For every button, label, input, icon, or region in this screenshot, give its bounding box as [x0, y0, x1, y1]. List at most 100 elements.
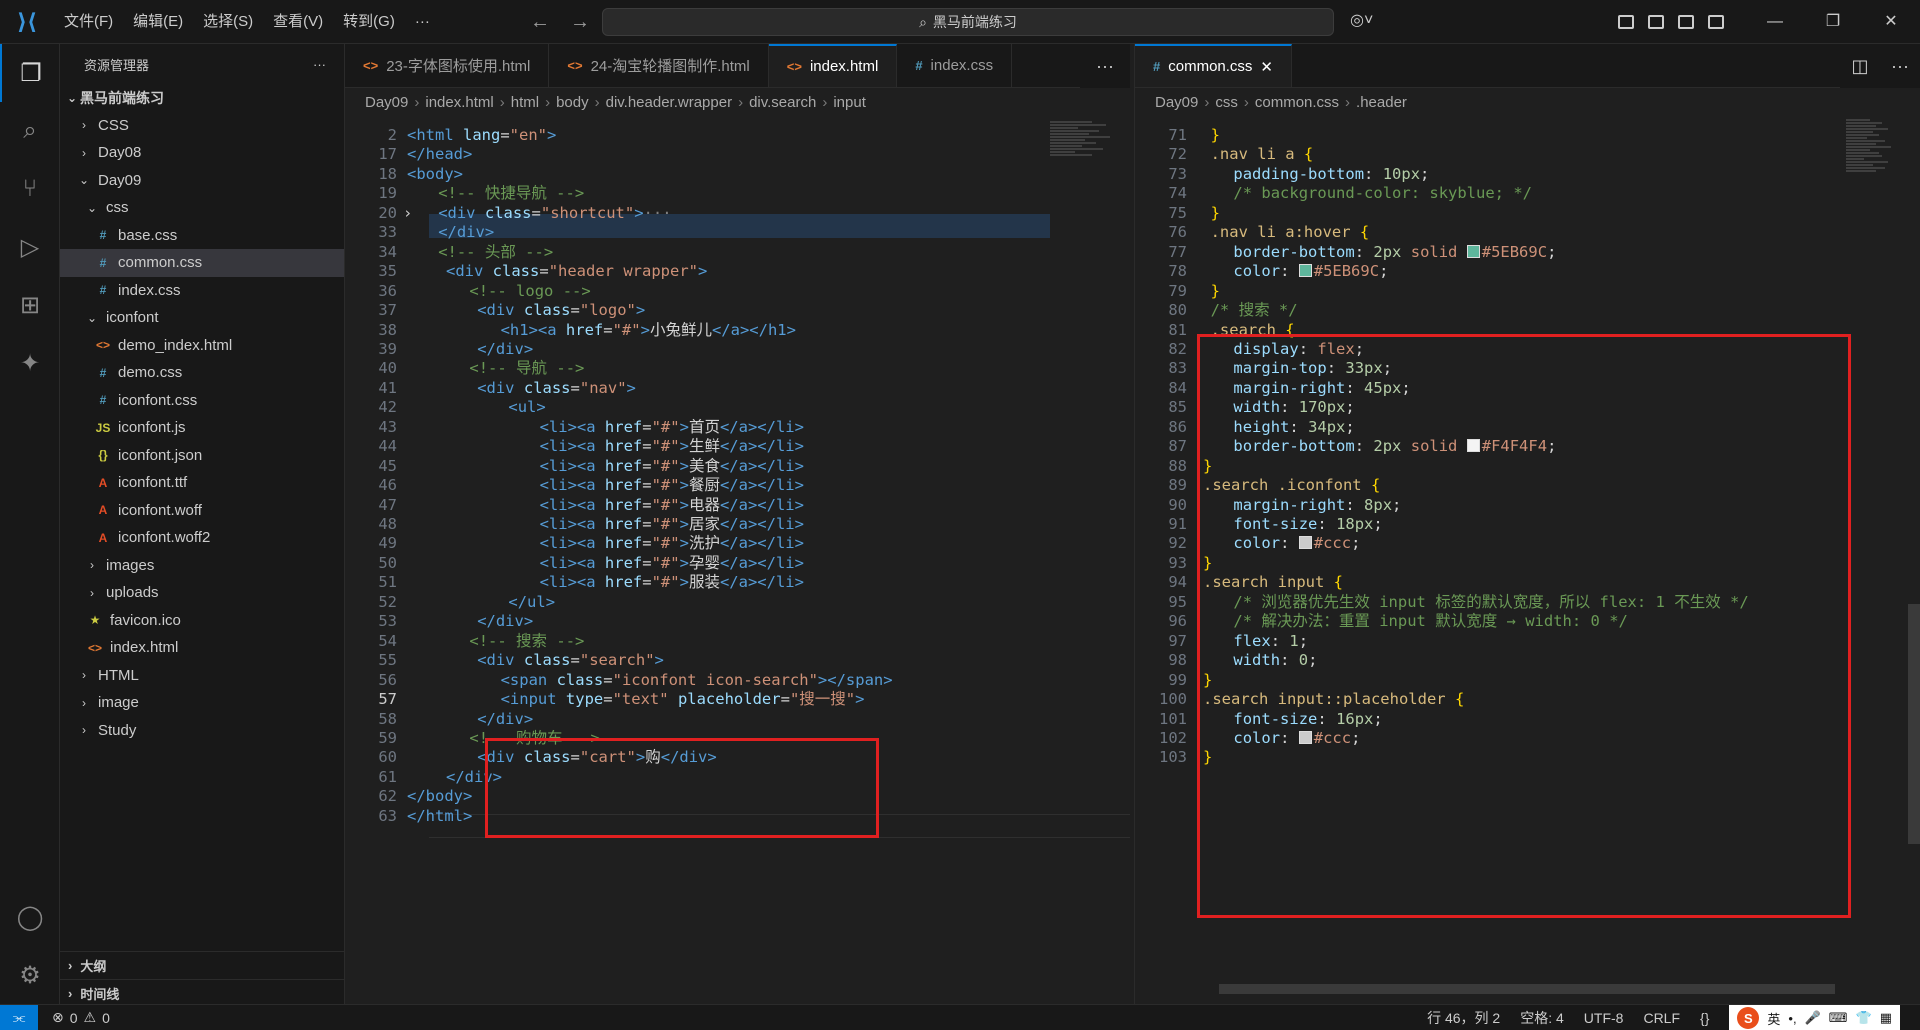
- tree-file[interactable]: # demo.css: [60, 359, 344, 387]
- toggle-sidebar-icon[interactable]: [1648, 15, 1664, 29]
- color-swatch-icon[interactable]: [1298, 264, 1312, 278]
- right-vertical-scrollbar[interactable]: [1908, 604, 1920, 844]
- chevron-right-icon: ›: [1243, 93, 1249, 111]
- cursor-position[interactable]: 行 46，列 2: [1427, 1008, 1500, 1028]
- split-editor-icon[interactable]: ◫: [1840, 44, 1880, 88]
- tree-file[interactable]: {} iconfont.json: [60, 442, 344, 470]
- right-minimap[interactable]: [1846, 118, 1906, 318]
- end-of-line[interactable]: CRLF: [1643, 1010, 1680, 1026]
- menu-item[interactable]: 编辑(E): [123, 0, 193, 44]
- tree-file[interactable]: # common.css: [60, 249, 344, 277]
- tree-folder[interactable]: › Study: [60, 717, 344, 745]
- breadcrumb-item[interactable]: .header: [1356, 94, 1407, 111]
- remote-indicator-icon[interactable]: ⫘: [0, 1004, 38, 1030]
- accounts-icon[interactable]: ◯: [0, 888, 60, 946]
- left-tabs-more-button[interactable]: ···: [1080, 44, 1130, 88]
- color-swatch-icon[interactable]: [1466, 244, 1480, 258]
- timeline-section[interactable]: › 时间线: [60, 979, 345, 1007]
- breadcrumb-item[interactable]: common.css: [1255, 94, 1339, 111]
- minimize-icon[interactable]: —: [1746, 0, 1804, 44]
- tree-file[interactable]: # index.css: [60, 277, 344, 305]
- indentation[interactable]: 空格: 4: [1520, 1008, 1564, 1028]
- editor-tab[interactable]: <> 23-字体图标使用.html: [345, 44, 550, 87]
- breadcrumb-item[interactable]: body: [556, 94, 589, 111]
- keyboard-icon[interactable]: ⌨: [1829, 1010, 1848, 1026]
- tree-folder[interactable]: › images: [60, 552, 344, 580]
- search-view-icon[interactable]: ⌕: [0, 102, 60, 160]
- microphone-icon[interactable]: 🎤: [1805, 1010, 1821, 1026]
- customize-layout-icon[interactable]: [1618, 15, 1634, 29]
- toggle-secondary-sidebar-icon[interactable]: [1708, 15, 1724, 29]
- ime-toolbar[interactable]: S 英 •, 🎤 ⌨ 👕 ▦: [1729, 1005, 1900, 1030]
- tree-file[interactable]: Aiconfont.woff: [60, 497, 344, 525]
- chevron-right-icon: ›: [90, 558, 94, 573]
- menu-item[interactable]: 选择(S): [193, 0, 263, 44]
- close-icon[interactable]: ✕: [1862, 0, 1920, 44]
- skin-icon[interactable]: 👕: [1856, 1010, 1872, 1026]
- toggle-panel-icon[interactable]: [1678, 15, 1694, 29]
- editor-tab[interactable]: # index.css: [897, 44, 1013, 87]
- right-horizontal-scrollbar[interactable]: [1219, 984, 1835, 994]
- extensions-icon[interactable]: ⊞: [0, 276, 60, 334]
- tree-folder[interactable]: › uploads: [60, 579, 344, 607]
- explorer-more-button[interactable]: ···: [313, 57, 326, 72]
- restore-icon[interactable]: ❐: [1804, 0, 1862, 44]
- tree-file[interactable]: Aiconfont.ttf: [60, 469, 344, 497]
- command-center[interactable]: ⌕ 黑马前端练习: [602, 8, 1334, 36]
- breadcrumb-item[interactable]: div.search: [749, 94, 816, 111]
- outline-section[interactable]: › 大纲: [60, 951, 345, 979]
- editor-tab[interactable]: # common.css ✕: [1135, 44, 1292, 87]
- tree-file[interactable]: JS iconfont.js: [60, 414, 344, 442]
- remote-explorer-icon[interactable]: ✦: [0, 334, 60, 392]
- ime-lang-label[interactable]: 英: [1767, 1009, 1780, 1028]
- tree-folder[interactable]: › CSS: [60, 112, 344, 140]
- breadcrumb-item[interactable]: input: [833, 94, 866, 111]
- tree-folder[interactable]: › HTML: [60, 662, 344, 690]
- tree-folder[interactable]: ⌄ iconfont: [60, 304, 344, 332]
- editor-tab[interactable]: <> index.html: [768, 44, 898, 87]
- menu-item[interactable]: 查看(V): [263, 0, 333, 44]
- tree-folder[interactable]: ⌄ Day09: [60, 167, 344, 195]
- language-mode-icon[interactable]: {}: [1700, 1010, 1709, 1026]
- tree-file[interactable]: # base.css: [60, 222, 344, 250]
- toolbox-icon[interactable]: ▦: [1880, 1010, 1892, 1026]
- tree-file[interactable]: # iconfont.css: [60, 387, 344, 415]
- breadcrumb-item[interactable]: Day09: [365, 94, 408, 111]
- left-code-area[interactable]: 2 <html lang="en"> 17 </head> 18 <body> 19 <!--…: [345, 116, 1130, 1004]
- nav-arrows: ← →: [530, 0, 590, 44]
- right-tabs-more-button[interactable]: ···: [1880, 44, 1920, 88]
- source-control-icon[interactable]: ⑂: [0, 160, 60, 218]
- left-breadcrumb: Day09 › index.html › html › body › div.header.wr…: [345, 88, 1130, 116]
- code-token: <li><a: [539, 515, 605, 533]
- punctuation-icon[interactable]: •,: [1788, 1011, 1796, 1026]
- tree-folder[interactable]: › image: [60, 689, 344, 717]
- breadcrumb-item[interactable]: Day09: [1155, 94, 1198, 111]
- breadcrumb-item[interactable]: div.header.wrapper: [606, 94, 732, 111]
- breadcrumb-item[interactable]: html: [511, 94, 539, 111]
- copilot-icon[interactable]: ◎˅: [1350, 10, 1373, 30]
- left-minimap[interactable]: [1050, 120, 1120, 240]
- back-arrow-icon[interactable]: ←: [530, 11, 550, 34]
- tree-file[interactable]: <> index.html: [60, 634, 344, 662]
- editor-tab[interactable]: <> 24-淘宝轮播图制作.html: [549, 44, 769, 87]
- tree-file[interactable]: <> demo_index.html: [60, 332, 344, 360]
- close-tab-icon[interactable]: ✕: [1260, 58, 1273, 76]
- tree-item-label: demo.css: [118, 364, 183, 382]
- settings-gear-icon[interactable]: ⚙: [0, 946, 60, 1004]
- tree-file[interactable]: Aiconfont.woff2: [60, 524, 344, 552]
- forward-arrow-icon[interactable]: →: [570, 11, 590, 34]
- breadcrumb-item[interactable]: index.html: [425, 94, 493, 111]
- breadcrumb-item[interactable]: css: [1215, 94, 1238, 111]
- workspace-root[interactable]: ⌄ 黑马前端练习: [60, 84, 344, 112]
- tree-folder[interactable]: › Day08: [60, 139, 344, 167]
- code-token: <ul>: [508, 398, 546, 417]
- menu-item[interactable]: 转到(G): [333, 0, 405, 44]
- menu-item[interactable]: 文件(F): [54, 0, 123, 44]
- tree-file[interactable]: ★ favicon.ico: [60, 607, 344, 635]
- explorer-icon[interactable]: ❐: [0, 44, 60, 102]
- run-debug-icon[interactable]: ▷: [0, 218, 60, 276]
- tree-folder[interactable]: ⌄ css: [60, 194, 344, 222]
- encoding[interactable]: UTF-8: [1584, 1010, 1624, 1026]
- problems-indicator[interactable]: ⊗ 0 ⚠ 0: [52, 1009, 110, 1026]
- menu-item[interactable]: ···: [405, 0, 440, 44]
